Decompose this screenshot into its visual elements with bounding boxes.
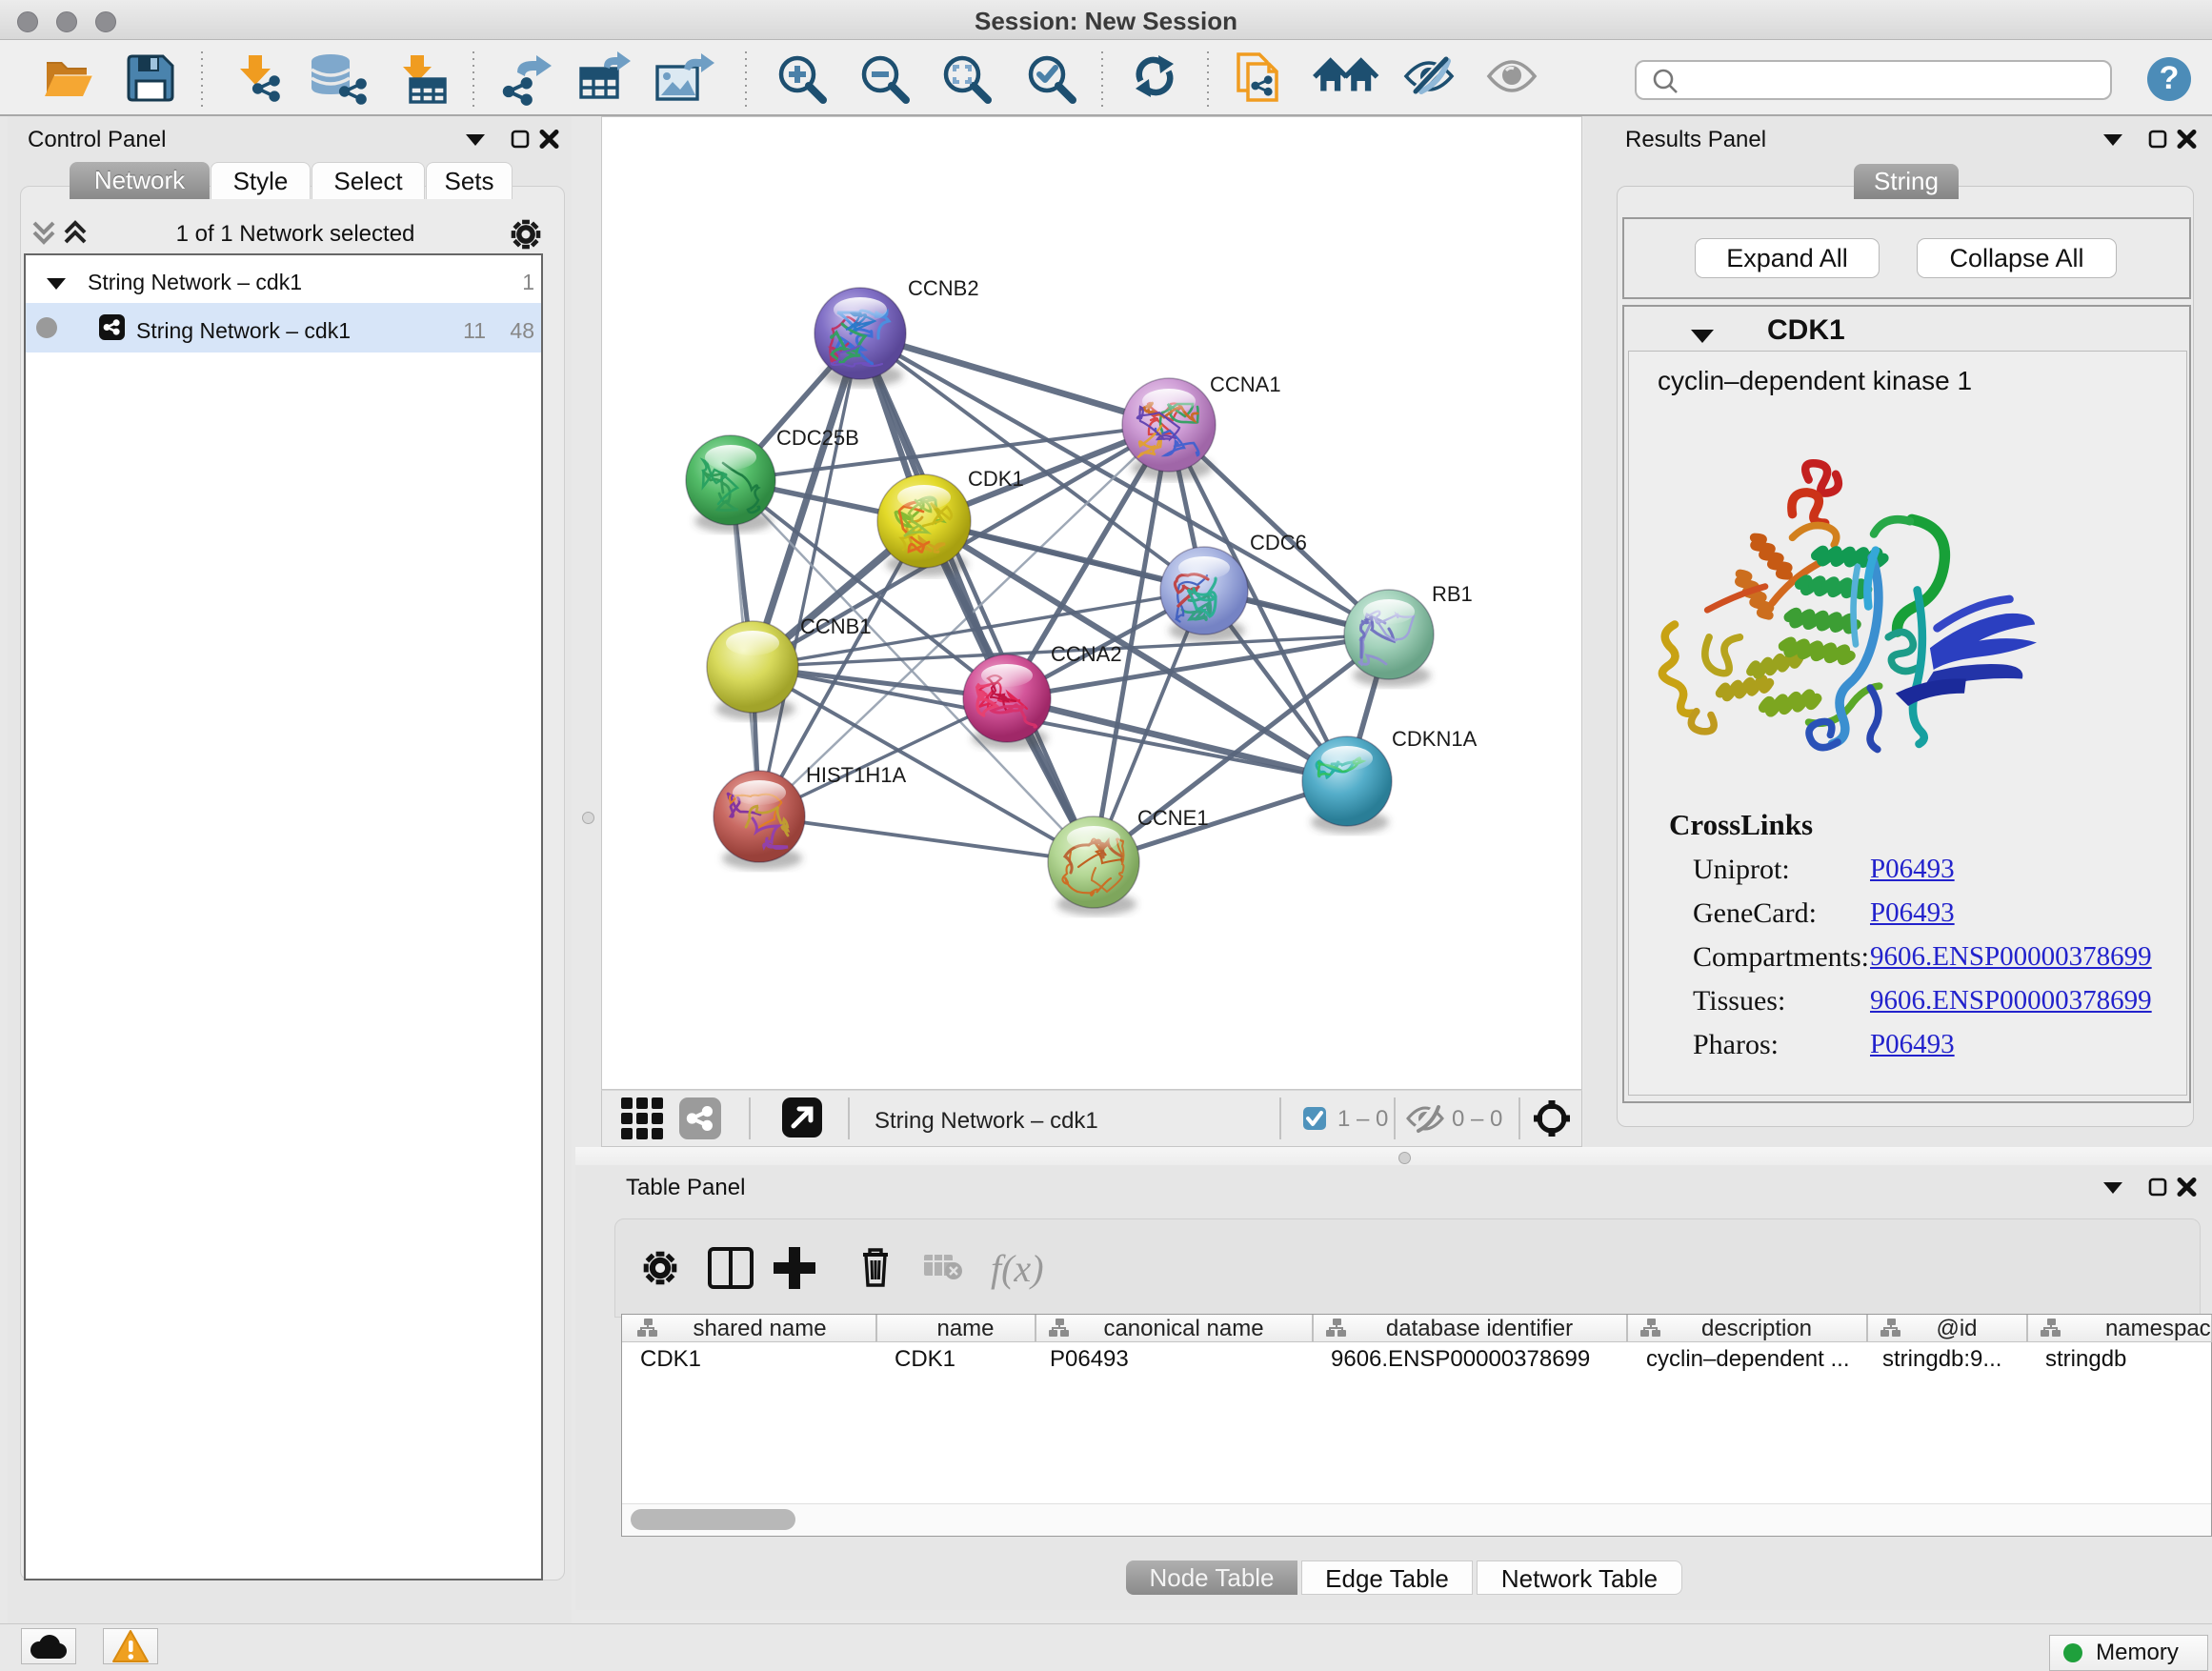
- svg-text:@id: @id: [1936, 1316, 1977, 1341]
- svg-text:CCNA2: CCNA2: [1051, 642, 1122, 666]
- svg-text:String Network – cdk1: String Network – cdk1: [875, 1108, 1098, 1134]
- svg-text:RB1: RB1: [1432, 582, 1473, 606]
- svg-text:CCNB2: CCNB2: [908, 276, 979, 300]
- svg-text:1 – 0: 1 – 0: [1337, 1106, 1388, 1132]
- svg-text:shared name: shared name: [693, 1316, 826, 1341]
- svg-text:CCNE1: CCNE1: [1137, 806, 1209, 830]
- svg-text:CCNA1: CCNA1: [1210, 372, 1281, 396]
- svg-text:0 – 0: 0 – 0: [1452, 1106, 1502, 1132]
- svg-text:CDK1: CDK1: [968, 467, 1024, 491]
- svg-text:f(x): f(x): [991, 1247, 1044, 1290]
- svg-text:?: ?: [2160, 60, 2180, 96]
- svg-text:CDC6: CDC6: [1250, 531, 1307, 554]
- svg-text:database identifier: database identifier: [1386, 1316, 1573, 1341]
- svg-text:name: name: [936, 1316, 994, 1341]
- svg-text:canonical name: canonical name: [1103, 1316, 1263, 1341]
- svg-text:namespace: namespace: [2105, 1316, 2212, 1341]
- svg-text:HIST1H1A: HIST1H1A: [806, 763, 906, 787]
- svg-text:CDC25B: CDC25B: [776, 426, 859, 450]
- svg-text:description: description: [1701, 1316, 1812, 1341]
- svg-text:CCNB1: CCNB1: [800, 614, 872, 638]
- svg-text:CDKN1A: CDKN1A: [1392, 727, 1478, 751]
